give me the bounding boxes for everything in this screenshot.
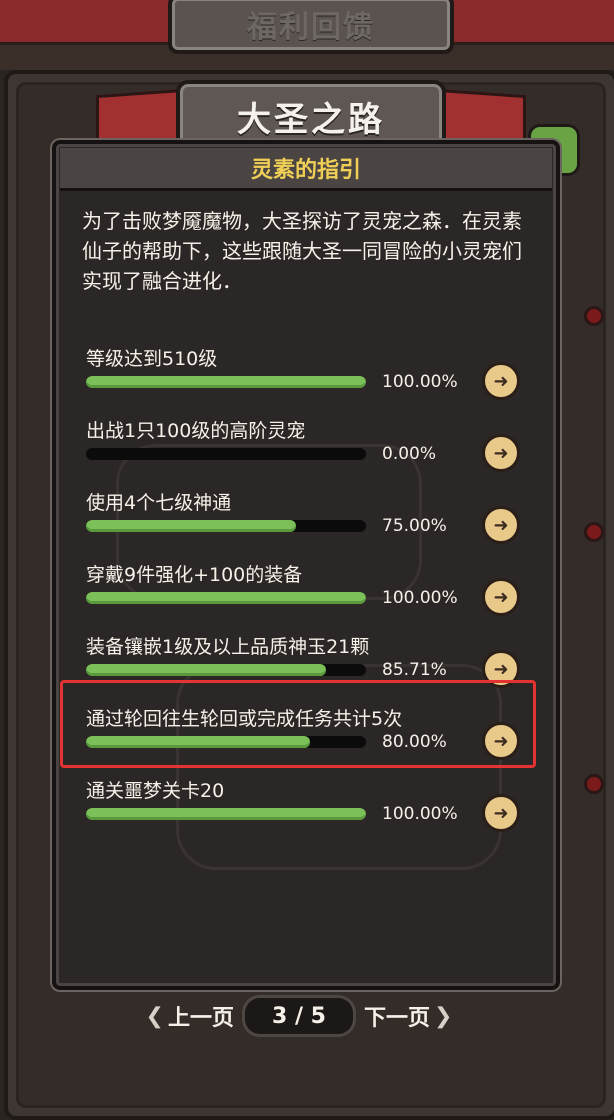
side-ornament (584, 774, 604, 794)
dialog-title: 灵素的指引 (250, 158, 361, 183)
go-arrow-button[interactable]: ➜ (482, 578, 520, 616)
intro-text: 为了击败梦魇魔物，大圣探访了灵宠之森．在灵素仙子的帮助下，这些跟随大圣一同冒险的… (82, 209, 522, 293)
progress-bar (86, 520, 366, 532)
progress-fill (86, 808, 366, 820)
next-page-label: 下一页 (364, 1006, 431, 1031)
task-label: 出战1只100级的高阶灵宠 (86, 420, 306, 442)
top-ribbon-left (0, 0, 190, 45)
task-row: 出战1只100级的高阶灵宠 0.00% ➜ (86, 416, 526, 480)
progress-percent: 100.00% (382, 588, 458, 608)
progress-bar (86, 664, 366, 676)
go-arrow-button[interactable]: ➜ (482, 362, 520, 400)
side-ornament (584, 522, 604, 542)
progress-fill (86, 664, 326, 676)
task-label: 装备镶嵌1级及以上品质神玉21颗 (86, 636, 370, 658)
task-label: 通关噩梦关卡20 (86, 780, 225, 802)
task-row: 穿戴9件强化+100的装备 100.00% ➜ (86, 560, 526, 624)
guide-dialog: 灵素的指引 为了击败梦魇魔物，大圣探访了灵宠之森．在灵素仙子的帮助下，这些跟随大… (52, 140, 560, 990)
progress-fill (86, 520, 296, 532)
chevron-right-icon: ❯ (434, 1003, 453, 1029)
progress-percent: 100.00% (382, 804, 458, 824)
go-arrow-button[interactable]: ➜ (482, 794, 520, 832)
highlight-box (60, 680, 536, 768)
task-row: 等级达到510级 100.00% ➜ (86, 344, 526, 408)
prev-page-label: 上一页 (167, 1006, 234, 1031)
progress-fill (86, 592, 366, 604)
task-label: 等级达到510级 (86, 348, 218, 370)
task-row: 使用4个七级神通 75.00% ➜ (86, 488, 526, 552)
event-title: 大圣之路 (237, 99, 385, 140)
dialog-header: 灵素的指引 (60, 148, 552, 191)
side-ornament (584, 306, 604, 326)
task-label: 穿戴9件强化+100的装备 (86, 564, 303, 586)
next-page-button[interactable]: 下一页 ❯ (364, 1000, 456, 1032)
progress-percent: 100.00% (382, 372, 458, 392)
pagination: ❮ 上一页 3 / 5 下一页 ❯ (124, 995, 474, 1037)
progress-fill (86, 376, 366, 388)
top-banner-title: 福利回馈 (247, 10, 375, 45)
top-banner: 福利回馈 (168, 0, 454, 54)
progress-bar (86, 448, 366, 460)
progress-bar (86, 376, 366, 388)
progress-percent: 75.00% (382, 516, 447, 536)
chevron-left-icon: ❮ (145, 1003, 164, 1029)
go-arrow-button[interactable]: ➜ (482, 506, 520, 544)
progress-percent: 0.00% (382, 444, 437, 464)
task-row: 通关噩梦关卡20 100.00% ➜ (86, 776, 526, 840)
prev-page-button[interactable]: ❮ 上一页 (142, 1000, 234, 1032)
progress-bar (86, 592, 366, 604)
progress-percent: 85.71% (382, 660, 447, 680)
page-indicator: 3 / 5 (242, 995, 356, 1037)
progress-bar (86, 808, 366, 820)
go-arrow-button[interactable]: ➜ (482, 434, 520, 472)
task-label: 使用4个七级神通 (86, 492, 232, 514)
